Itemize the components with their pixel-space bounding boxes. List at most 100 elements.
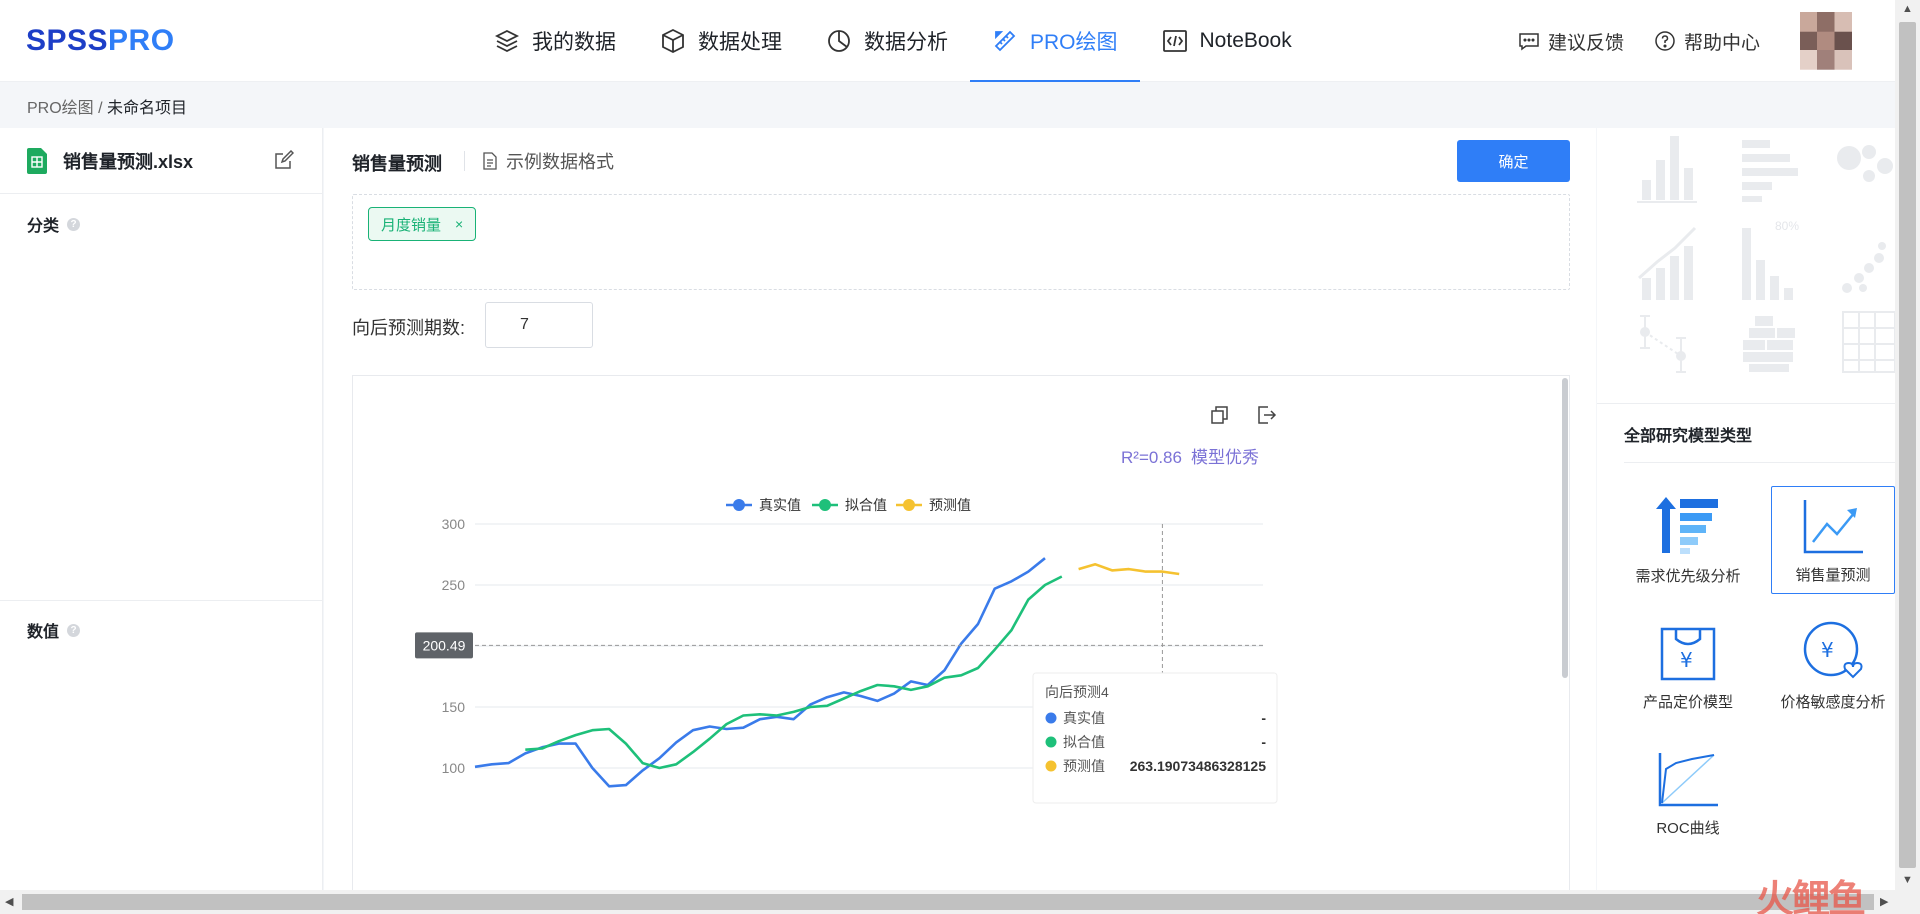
watermark: 火鲤鱼 bbox=[1756, 879, 1866, 914]
pie-chart-icon bbox=[828, 30, 850, 52]
series-line[interactable] bbox=[474, 557, 1046, 788]
breadcrumb: PRO绘图 / 未命名项目 bbox=[27, 94, 187, 118]
feedback-label: 建议反馈 bbox=[1548, 32, 1625, 54]
legend-item[interactable]: 真实值 bbox=[726, 497, 801, 513]
series-line[interactable] bbox=[525, 575, 1063, 770]
nav-data-processing[interactable]: 数据处理 bbox=[638, 0, 804, 82]
avatar[interactable] bbox=[1800, 12, 1853, 70]
help-circle-icon bbox=[1655, 31, 1675, 51]
help-label: 帮助中心 bbox=[1684, 32, 1761, 54]
field-panel: 销售量预测.xlsx 分类? 数值? bbox=[0, 128, 323, 890]
model-label: 需求优先级分析 bbox=[1635, 568, 1741, 585]
nav-my-data[interactable]: 我的数据 bbox=[472, 0, 638, 82]
percent-thumb-label: 80% bbox=[1775, 219, 1799, 233]
model-roc-curve[interactable]: ROC曲线 bbox=[1626, 738, 1750, 846]
model-product-pricing[interactable]: ¥ 产品定价模型 bbox=[1626, 612, 1750, 720]
svg-text:¥: ¥ bbox=[1821, 638, 1834, 662]
svg-text:¥: ¥ bbox=[1680, 648, 1693, 672]
confirm-button[interactable]: 确定 bbox=[1457, 140, 1570, 182]
model-label: 价格敏感度分析 bbox=[1780, 694, 1886, 711]
legend-label: 拟合值 bbox=[845, 497, 887, 513]
scroll-left-icon[interactable]: ◀ bbox=[5, 895, 13, 908]
periods-label: 向后预测期数: bbox=[352, 318, 466, 338]
page-scrollbar-vertical[interactable]: ▲ ▼ bbox=[1895, 0, 1920, 914]
r2-label: R²=0.86 bbox=[1121, 448, 1182, 467]
sample-data-link[interactable]: 示例数据格式 bbox=[482, 148, 614, 174]
code-icon bbox=[1162, 30, 1187, 52]
top-header: SPSSPRO 我的数据 数据处理 数据分析 PRO绘图 NoteBook 建议… bbox=[0, 0, 1895, 82]
roc-curve-icon bbox=[1658, 753, 1718, 807]
nav-label: 我的数据 bbox=[532, 31, 616, 54]
line-chart[interactable]: R²=0.86 模型优秀 真实值拟合值预测值 100150200250300 2… bbox=[353, 376, 1570, 890]
tooltip-dot bbox=[1045, 736, 1057, 748]
model-label: ROC曲线 bbox=[1656, 820, 1720, 837]
legend-item[interactable]: 预测值 bbox=[896, 497, 971, 513]
breadcrumb-current: 未命名项目 bbox=[107, 100, 188, 117]
scatter-thumb[interactable] bbox=[1842, 242, 1886, 293]
heatmap-thumb[interactable] bbox=[1842, 311, 1896, 373]
crosshair-label: 200.49 bbox=[423, 637, 466, 653]
percent-bar-thumb[interactable]: 80% bbox=[1742, 219, 1799, 300]
edit-icon[interactable] bbox=[274, 150, 294, 170]
page-scrollbar-horizontal[interactable]: ◀ ▶ bbox=[0, 890, 1895, 914]
tooltip-value: - bbox=[1261, 710, 1266, 726]
bar-chart-thumb[interactable] bbox=[1637, 136, 1697, 203]
tooltip-value: - bbox=[1261, 734, 1266, 750]
bar-line-thumb[interactable] bbox=[1638, 226, 1697, 300]
field-dropzone[interactable]: 月度销量 × bbox=[352, 194, 1570, 290]
horizontal-bar-thumb[interactable] bbox=[1742, 140, 1798, 202]
field-tag[interactable]: 月度销量 × bbox=[368, 207, 477, 241]
layers-icon bbox=[494, 29, 520, 53]
help-link[interactable]: 帮助中心 bbox=[1654, 28, 1760, 55]
model-price-sensitivity[interactable]: ¥ 价格敏感度分析 bbox=[1771, 612, 1895, 720]
help-icon[interactable]: ? bbox=[67, 623, 81, 637]
main-nav: 我的数据 数据处理 数据分析 PRO绘图 NoteBook bbox=[472, 0, 1314, 82]
feedback-link[interactable]: 建议反馈 bbox=[1518, 28, 1624, 55]
model-sales-forecast[interactable]: 销售量预测 bbox=[1771, 486, 1895, 594]
scroll-down-icon[interactable]: ▼ bbox=[1902, 874, 1913, 886]
breadcrumb-root[interactable]: PRO绘图 bbox=[27, 100, 94, 117]
chart-title: 销售量预测 bbox=[352, 154, 442, 174]
cube-icon bbox=[662, 28, 684, 54]
bubble-chart-thumb[interactable] bbox=[1837, 145, 1893, 182]
model-section-title: 全部研究模型类型 bbox=[1624, 428, 1753, 445]
help-icon[interactable]: ? bbox=[67, 217, 81, 231]
error-bar-thumb[interactable] bbox=[1640, 315, 1686, 373]
price-heart-icon: ¥ bbox=[1803, 621, 1863, 679]
periods-input[interactable] bbox=[485, 302, 593, 348]
tooltip-value: 263.19073486328125 bbox=[1130, 758, 1266, 774]
chart-area: R²=0.86 模型优秀 真实值拟合值预测值 100150200250300 2… bbox=[352, 375, 1570, 890]
nav-label: NoteBook bbox=[1199, 29, 1292, 52]
y-tick-label: 250 bbox=[442, 577, 466, 593]
document-icon bbox=[483, 152, 497, 170]
legend-item[interactable]: 拟合值 bbox=[812, 497, 887, 513]
value-label: 数值? bbox=[27, 618, 81, 642]
chart-scrollbar[interactable] bbox=[1562, 378, 1568, 678]
y-tick-label: 300 bbox=[442, 516, 466, 532]
scroll-right-icon[interactable]: ▶ bbox=[1880, 895, 1888, 908]
scroll-up-icon[interactable]: ▲ bbox=[1902, 3, 1913, 15]
breadcrumb-separator: / bbox=[98, 100, 103, 117]
priority-icon bbox=[1656, 497, 1718, 554]
waffle-thumb[interactable] bbox=[1743, 316, 1795, 372]
logo[interactable]: SPSSPRO bbox=[26, 24, 175, 58]
tooltip-dot bbox=[1045, 712, 1057, 724]
copy-icon[interactable] bbox=[1211, 406, 1228, 424]
category-label: 分类? bbox=[27, 212, 81, 236]
tooltip-dot bbox=[1045, 760, 1057, 772]
y-tick-label: 150 bbox=[442, 699, 466, 715]
model-label: 销售量预测 bbox=[1795, 567, 1871, 584]
close-icon[interactable]: × bbox=[455, 216, 463, 232]
nav-notebook[interactable]: NoteBook bbox=[1140, 0, 1314, 82]
nav-pro-plot[interactable]: PRO绘图 bbox=[970, 0, 1140, 82]
chart-tooltip: 向后预测4 真实值 - 拟合值 - 预测值 263.19073486328125 bbox=[1032, 672, 1278, 804]
series-line[interactable] bbox=[1078, 563, 1180, 576]
model-panel: 80% 全部研究模型类型 需求优先级分析 销售量预测 ¥ 产品定价模型 ¥ 价格… bbox=[1597, 128, 1896, 890]
tooltip-series-name: 拟合值 bbox=[1063, 734, 1105, 750]
nav-label: 数据处理 bbox=[698, 31, 782, 54]
file-header: 销售量预测.xlsx bbox=[0, 128, 322, 194]
tooltip-series-name: 真实值 bbox=[1063, 710, 1105, 726]
model-demand-priority[interactable]: 需求优先级分析 bbox=[1626, 486, 1750, 594]
nav-data-analysis[interactable]: 数据分析 bbox=[804, 0, 970, 82]
export-icon[interactable] bbox=[1258, 406, 1277, 424]
